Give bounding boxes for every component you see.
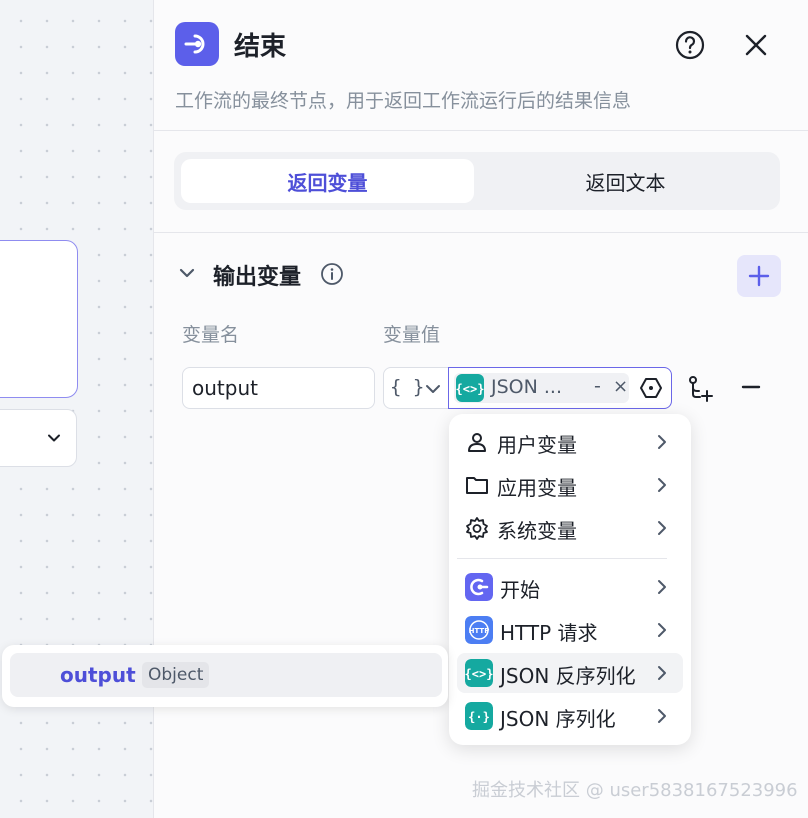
gear-icon [466,517,488,540]
start-node-icon [465,573,493,601]
svg-text:{<>}: {<>} [456,382,484,396]
return-mode-tabs: 返回变量 返回文本 [174,152,780,210]
variable-type-select[interactable]: { } [383,367,449,409]
help-icon[interactable] [674,29,706,61]
menu-item-start-node[interactable]: 开始 [457,567,683,607]
canvas-node-select[interactable] [0,409,77,467]
chevron-right-icon [658,521,666,535]
svg-text:HTTP: HTTP [469,627,490,635]
http-node-icon: HTTP [465,616,493,644]
chevron-right-icon [658,435,666,449]
field-name: output [60,663,136,687]
panel-header: 结束 工作流的最终节点，用于返回工作流运行后的结果信息 [154,0,808,131]
tab-return-text[interactable]: 返回文本 [479,159,772,203]
json-parse-node-icon: {<>} [465,659,493,687]
menu-item-json-parse-node[interactable]: {<>} JSON 反序列化 [457,653,683,693]
tab-return-variables[interactable]: 返回变量 [181,159,474,203]
chevron-down-icon [426,385,440,393]
menu-item-label: 开始 [500,578,540,602]
chevron-right-icon [658,666,666,680]
menu-item-json-stringify-node[interactable]: {·} JSON 序列化 [457,696,683,736]
chevron-right-icon [658,623,666,637]
mapping-icon[interactable] [686,374,714,402]
field-option-output[interactable]: output Object [10,653,442,697]
end-node-icon [175,22,219,66]
svg-text:{<>}: {<>} [465,667,493,681]
remove-variable-icon[interactable] [738,374,764,400]
canvas-node-card[interactable] [0,240,78,398]
column-header-value: 变量值 [383,324,441,346]
panel-description: 工作流的最终节点，用于返回工作流运行后的结果信息 [175,90,632,112]
chevron-right-icon [658,478,666,492]
user-icon [468,433,486,452]
chevron-right-icon [658,709,666,723]
menu-item-app-variables[interactable]: 应用变量 [457,465,683,505]
field-type-badge: Object [142,662,210,688]
add-variable-button[interactable] [737,255,781,297]
chevron-right-icon [658,580,666,594]
menu-item-system-variables[interactable]: 系统变量 [457,508,683,548]
reference-dash: - [594,375,601,397]
field-submenu: output Object [2,645,448,707]
panel-title: 结束 [234,32,287,62]
menu-item-http-node[interactable]: HTTP HTTP 请求 [457,610,683,650]
menu-item-label: JSON 反序列化 [500,664,636,688]
variable-name-input[interactable]: output [182,367,375,409]
menu-item-label: 系统变量 [497,519,577,543]
divider [154,232,808,233]
variable-reference-chip[interactable]: {<>} JSON ... - × [454,373,629,403]
clear-reference-icon[interactable]: × [613,376,628,397]
info-icon[interactable] [320,262,344,286]
variable-value-selector[interactable]: {<>} JSON ... - × [448,367,672,409]
collapse-chevron-icon[interactable] [176,262,198,284]
menu-item-label: JSON 序列化 [500,707,616,731]
menu-item-label: 用户变量 [497,433,577,457]
close-icon[interactable] [740,29,772,61]
reference-label: JSON ... [491,376,562,398]
menu-item-user-variables[interactable]: 用户变量 [457,422,683,462]
type-symbol: { } [390,376,425,398]
svg-text:{·}: {·} [468,710,490,724]
menu-divider [457,558,667,559]
menu-item-label: HTTP 请求 [500,621,598,645]
json-parse-node-icon: {<>} [456,374,484,402]
watermark: 掘金技术社区 @ user5838167523996 [472,780,798,801]
menu-item-label: 应用变量 [497,476,577,500]
json-stringify-node-icon: {·} [465,702,493,730]
folder-icon [466,477,488,494]
section-title: 输出变量 [213,265,302,290]
variable-hex-icon[interactable] [639,376,663,400]
chevron-down-icon [48,434,60,442]
column-header-name: 变量名 [182,324,240,346]
variable-picker-menu: 用户变量 应用变量 系统变量 开始 HTTP HTTP 请求 {<>} JSON… [449,414,691,745]
